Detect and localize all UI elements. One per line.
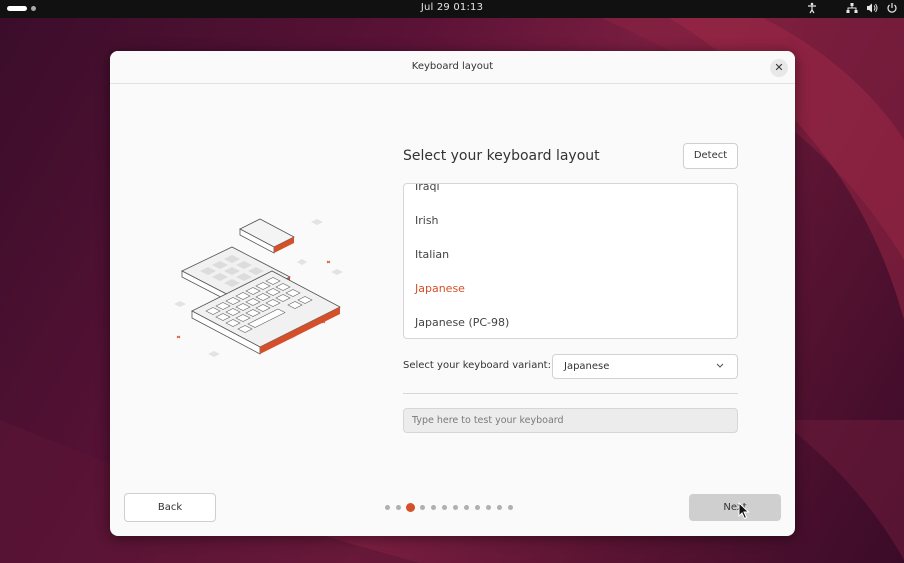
chevron-down-icon: [715, 360, 725, 373]
keyboard-layout-dialog: Keyboard layout ✕ Select your keyboard l…: [110, 51, 795, 536]
top-bar: Jul 29 01:13: [0, 0, 904, 18]
close-button[interactable]: ✕: [770, 59, 788, 77]
keyboard-layout-list[interactable]: Iraqi Irish Italian Japanese Japanese (P…: [403, 183, 738, 339]
page-heading: Select your keyboard layout: [403, 148, 600, 164]
accessibility-icon[interactable]: [806, 2, 818, 14]
network-icon[interactable]: [846, 2, 858, 14]
variant-label: Select your keyboard variant:: [403, 360, 551, 371]
divider: [403, 393, 738, 394]
list-item[interactable]: Japanese (PC-98): [415, 316, 509, 329]
dialog-title: Keyboard layout: [411, 61, 494, 72]
step-dot: [385, 505, 390, 510]
step-dot: [508, 505, 513, 510]
dialog-titlebar[interactable]: Keyboard layout ✕: [110, 51, 795, 84]
power-icon[interactable]: [886, 2, 898, 14]
variant-value: Japanese: [564, 361, 610, 372]
detect-button[interactable]: Detect: [683, 143, 738, 169]
step-dot: [442, 505, 447, 510]
next-button[interactable]: Next: [689, 494, 781, 521]
step-dot: [497, 505, 502, 510]
volume-icon[interactable]: [866, 2, 878, 14]
step-dot: [431, 505, 436, 510]
clock[interactable]: Jul 29 01:13: [0, 2, 904, 13]
list-item[interactable]: Italian: [415, 248, 449, 261]
back-button[interactable]: Back: [124, 493, 216, 522]
close-icon: ✕: [774, 61, 784, 74]
step-dot: [464, 505, 469, 510]
step-dot-active: [406, 503, 415, 512]
keyboard-illustration-icon: [174, 218, 343, 357]
step-dot: [453, 505, 458, 510]
list-item-selected[interactable]: Japanese: [415, 282, 465, 295]
variant-dropdown[interactable]: Japanese: [552, 354, 738, 379]
list-item[interactable]: Irish: [415, 214, 439, 227]
keyboard-test-input[interactable]: [403, 408, 738, 433]
step-dot: [420, 505, 425, 510]
step-dot: [475, 505, 480, 510]
mouse-pointer-icon: [738, 502, 750, 520]
list-item[interactable]: Iraqi: [415, 184, 440, 193]
system-tray[interactable]: [806, 2, 898, 14]
step-dot: [486, 505, 491, 510]
step-dot: [396, 505, 401, 510]
